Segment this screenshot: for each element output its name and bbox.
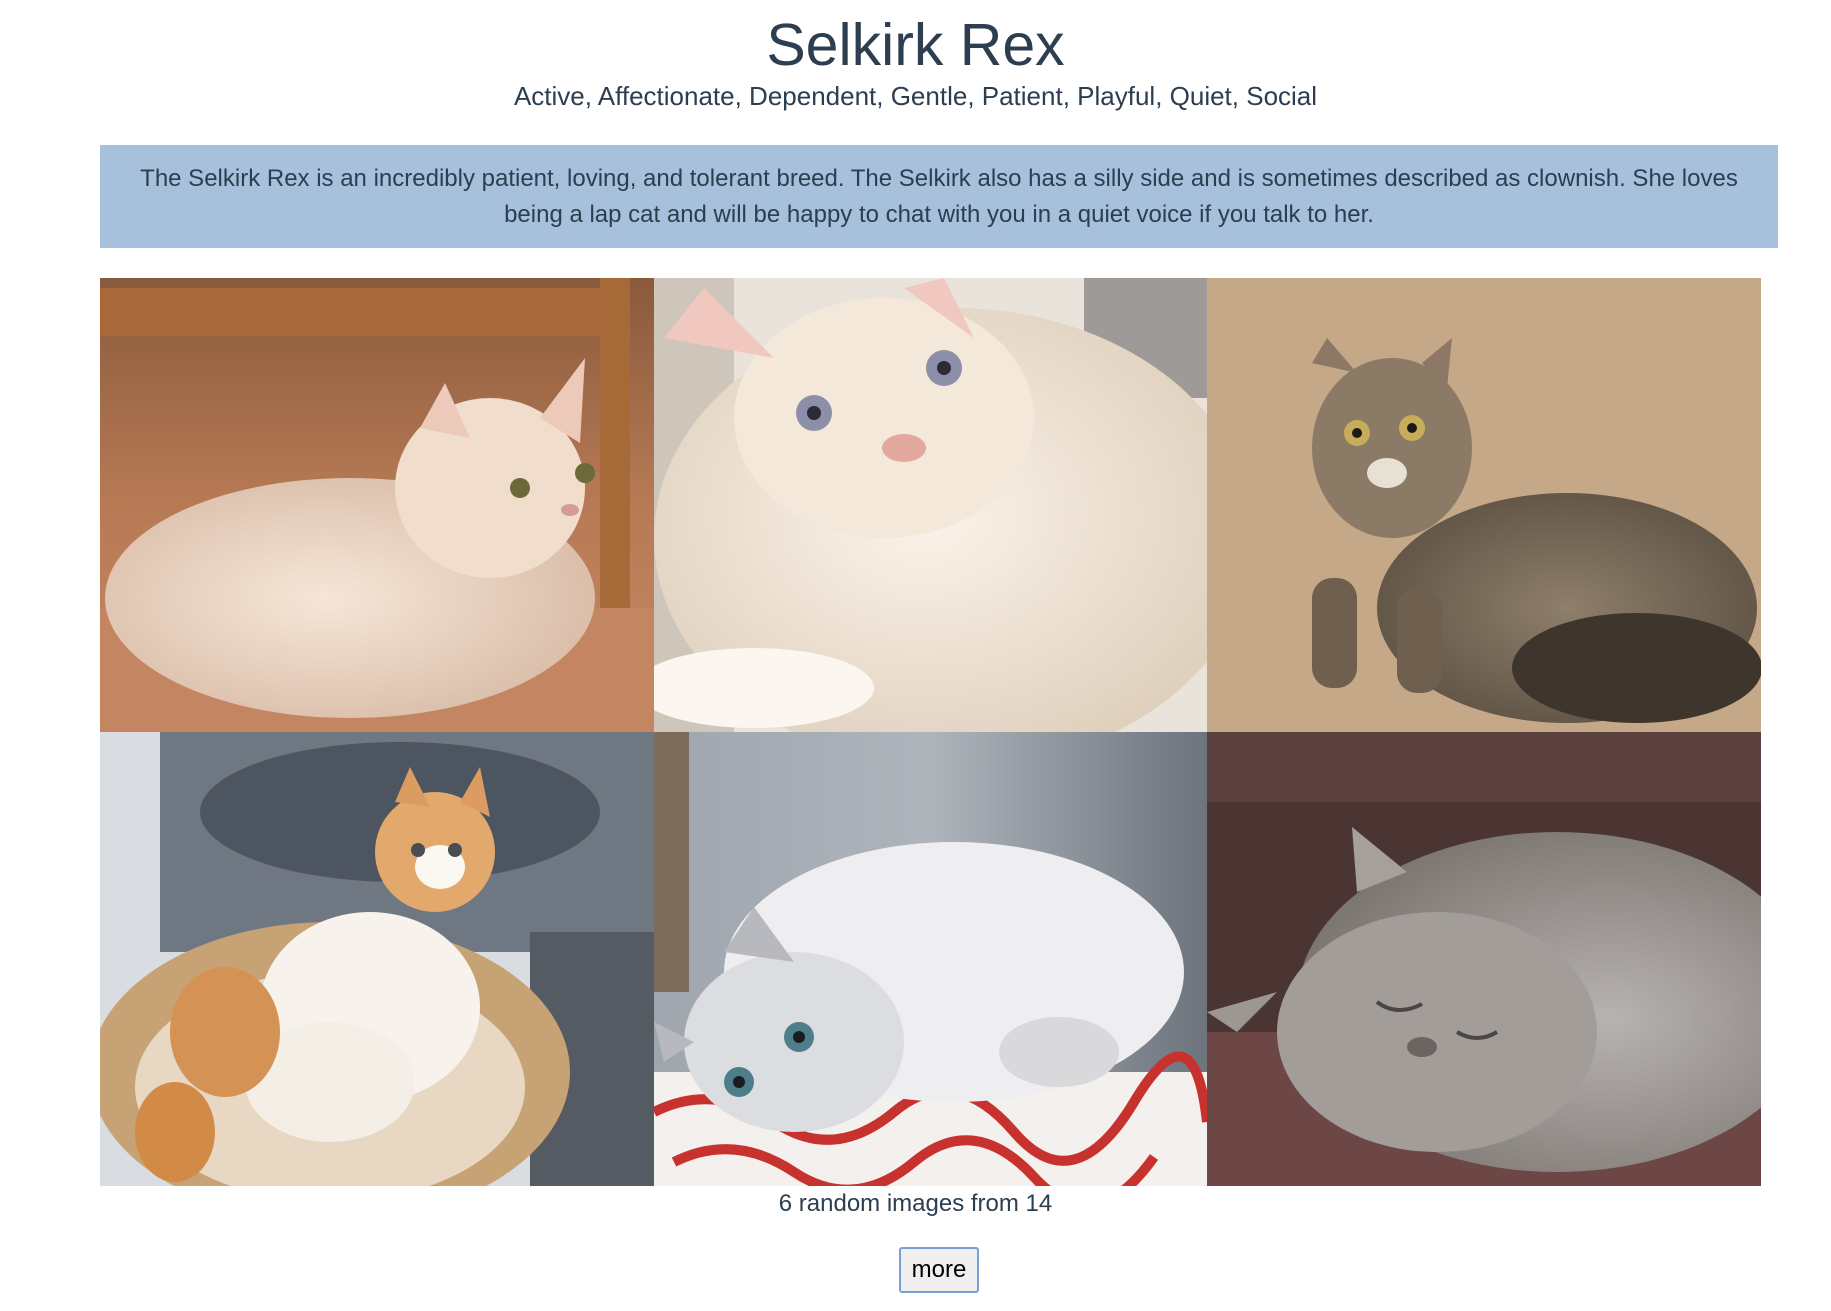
gallery-image-6[interactable] [1207,732,1761,1186]
cat-photo-tabby-curly [1207,278,1761,732]
cat-photo-white-fluffy [654,278,1207,732]
breed-page: Selkirk Rex Active, Affectionate, Depend… [0,0,1831,1311]
cat-photo-grey-sleeping [1207,732,1761,1186]
gallery-caption: 6 random images from 14 [778,1190,1053,1217]
gallery-image-5[interactable] [654,732,1207,1186]
gallery-image-1[interactable] [100,278,654,732]
gallery-image-3[interactable] [1207,278,1761,732]
image-gallery [100,278,1761,1186]
cat-photo-kitten-basket [100,732,654,1186]
breed-temperament: Active, Affectionate, Dependent, Gentle,… [513,81,1318,111]
breed-description: The Selkirk Rex is an incredibly patient… [100,145,1778,248]
cat-photo-cream-kitten [100,278,654,732]
breed-title: Selkirk Rex [766,12,1065,78]
cat-photo-white-kitten [654,732,1207,1186]
gallery-image-4[interactable] [100,732,654,1186]
more-button[interactable]: more [899,1247,979,1293]
gallery-image-2[interactable] [654,278,1207,732]
